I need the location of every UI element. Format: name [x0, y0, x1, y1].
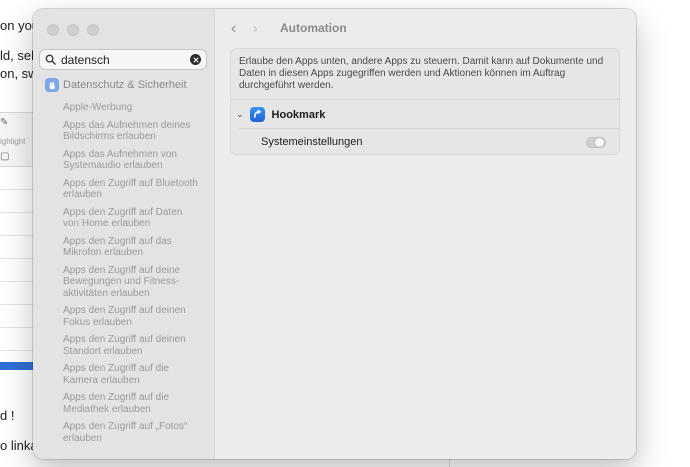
background-toolbar-label: ighlight	[0, 137, 26, 146]
search-result-item[interactable]: Apps den Zugriff auf Daten von Home erla…	[63, 207, 211, 230]
background-text: on, sw	[0, 66, 38, 81]
search-result-item[interactable]: Apps das Aufnehmen von Systemaudio erlau…	[63, 149, 211, 172]
toggle-knob	[595, 138, 604, 147]
minimize-window-button[interactable]	[67, 24, 79, 36]
highlight-icon: ▢	[0, 151, 10, 162]
automation-card: Erlaube den Apps unten, andere Apps zu s…	[230, 48, 620, 155]
sidebar-item-privacy-security[interactable]: Datenschutz & Sicherheit	[45, 78, 187, 92]
search-result-item[interactable]: Apple-Werbung	[63, 102, 211, 114]
search-field[interactable]	[39, 49, 207, 70]
window-controls	[47, 24, 99, 36]
page-title: Automation	[280, 21, 347, 35]
search-result-item[interactable]: Apps den Zugriff auf die Kamera erlauben	[63, 363, 211, 386]
app-name: Hookmark	[271, 108, 326, 121]
controlled-app-label: Systemeinstellungen	[261, 136, 363, 148]
systemeinstellungen-toggle[interactable]	[586, 137, 606, 148]
search-result-item[interactable]: Apps den Zugriff auf deinen Standort erl…	[63, 334, 211, 357]
search-results-list: Apple-Werbung Apps das Aufnehmen deines …	[63, 102, 211, 450]
privacy-hand-icon	[45, 78, 59, 92]
search-result-item[interactable]: Apps den Zugriff auf das Mikrofon erlaub…	[63, 236, 211, 259]
background-toolbar: ✎ ighlight ▢	[0, 112, 34, 167]
background-spreadsheet	[0, 167, 34, 367]
close-window-button[interactable]	[47, 24, 59, 36]
back-chevron-icon[interactable]: ‹	[231, 21, 236, 37]
divider	[239, 128, 619, 129]
search-result-item[interactable]: Apps den Zugriff auf „Fotos“ erlauben	[63, 421, 211, 444]
search-result-item[interactable]: Apps das Aufnehmen deines Bildschirms er…	[63, 120, 211, 143]
main-pane: ‹ › Automation Erlaube den Apps unten, a…	[216, 9, 636, 459]
sidebar-item-label: Datenschutz & Sicherheit	[63, 79, 187, 91]
forward-chevron-icon[interactable]: ›	[252, 21, 257, 37]
pencil-icon: ✎	[0, 117, 9, 128]
automation-description: Erlaube den Apps unten, andere Apps zu s…	[239, 56, 604, 91]
search-result-item[interactable]: Apps den Zugriff auf deinen Fokus erlaub…	[63, 305, 211, 328]
zoom-window-button[interactable]	[87, 24, 99, 36]
search-result-item[interactable]: Apps den Zugriff auf Bluetooth erlauben	[63, 178, 211, 201]
background-text: d !	[0, 408, 15, 423]
app-row-hookmark[interactable]: ⌄ Hookmark	[236, 107, 325, 122]
background-divider	[449, 458, 450, 467]
disclosure-chevron-icon[interactable]: ⌄	[236, 109, 244, 120]
search-result-item[interactable]: Apps den Zugriff auf die Mediathek erlau…	[63, 392, 211, 415]
navigation-buttons: ‹ ›	[231, 21, 258, 37]
divider	[231, 99, 619, 100]
background-selection-bar	[0, 362, 34, 370]
search-result-item[interactable]: Apps den Zugriff auf deine Bewegungen un…	[63, 265, 211, 300]
search-icon	[45, 54, 56, 65]
hookmark-app-icon	[249, 107, 265, 122]
system-settings-window: Datenschutz & Sicherheit Apple-Werbung A…	[33, 9, 636, 459]
search-input[interactable]	[61, 52, 189, 67]
clear-search-icon[interactable]	[190, 54, 201, 65]
sidebar: Datenschutz & Sicherheit Apple-Werbung A…	[33, 9, 215, 459]
